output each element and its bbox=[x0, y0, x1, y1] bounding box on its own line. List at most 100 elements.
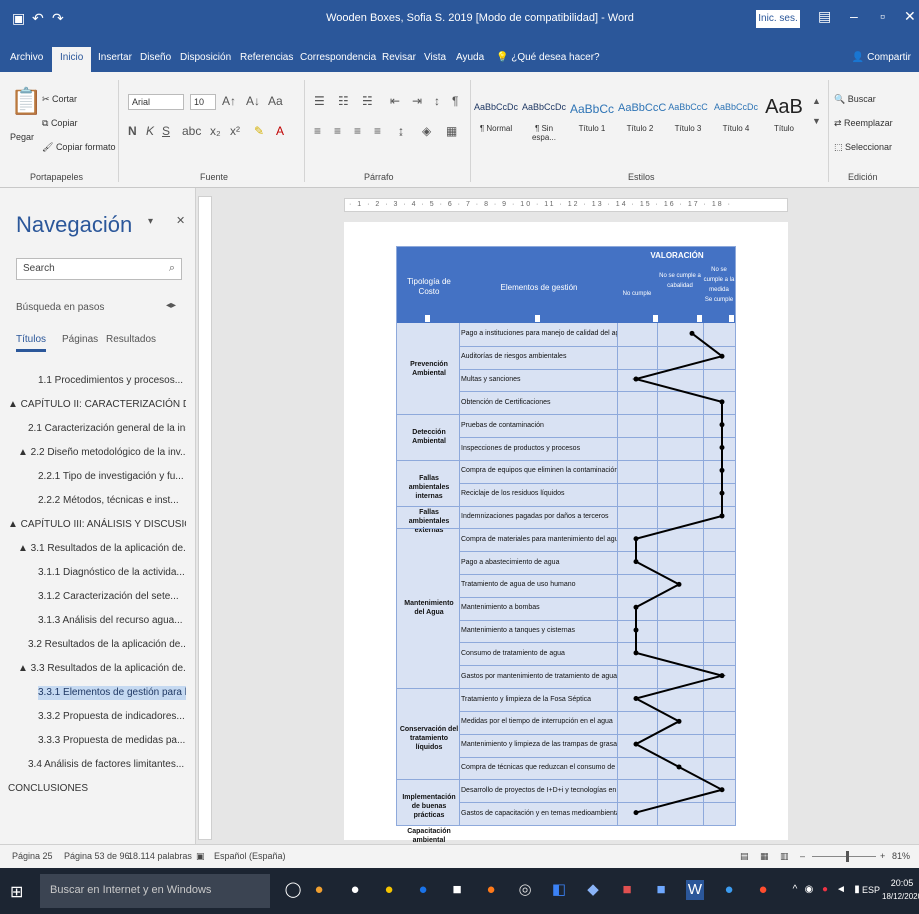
multilevel-list-icon[interactable]: ☵ bbox=[362, 94, 373, 108]
select-button[interactable]: ⬚ Seleccionar bbox=[834, 142, 892, 153]
app-icon[interactable]: ● bbox=[754, 880, 772, 900]
tab-archivo[interactable]: Archivo bbox=[10, 52, 43, 63]
increase-indent-icon[interactable]: ⇥ bbox=[412, 94, 422, 108]
nav-heading-item[interactable]: CONCLUSIONES bbox=[8, 782, 186, 796]
font-color-icon[interactable]: A bbox=[276, 124, 284, 138]
app-icon[interactable]: ■ bbox=[652, 880, 670, 900]
word-icon[interactable]: W bbox=[686, 880, 704, 900]
nav-heading-item[interactable]: 3.3.3 Propuesta de medidas pa... bbox=[38, 734, 186, 748]
tab-vista[interactable]: Vista bbox=[424, 52, 446, 63]
nav-arrows-icon[interactable]: ◂▸ bbox=[166, 300, 176, 311]
app-icon[interactable]: ● bbox=[380, 880, 398, 900]
status-page[interactable]: Página 25 bbox=[12, 851, 53, 861]
app-icon[interactable]: ● bbox=[720, 880, 738, 900]
app-icon[interactable]: ◆ bbox=[584, 880, 602, 900]
ribbon-display-icon[interactable]: ▤ bbox=[818, 8, 831, 25]
tab-insertar[interactable]: Insertar bbox=[98, 52, 132, 63]
align-center-icon[interactable]: ≡ bbox=[334, 124, 341, 138]
zoom-level[interactable]: 81% bbox=[892, 851, 910, 861]
style-heading-1[interactable]: AaBbCc Título 1 bbox=[570, 102, 614, 142]
nav-heading-item[interactable]: ▲ 3.3 Resultados de la aplicación de... bbox=[18, 662, 186, 676]
search-icon[interactable]: ⌕ bbox=[169, 262, 175, 275]
pilcrow-icon[interactable]: ¶ bbox=[452, 94, 458, 108]
nav-heading-item[interactable]: 3.3.2 Propuesta de indicadores... bbox=[38, 710, 186, 724]
decrease-indent-icon[interactable]: ⇤ bbox=[390, 94, 400, 108]
sort-icon[interactable]: ↕ bbox=[434, 94, 440, 108]
style-heading-4[interactable]: AaBbCcDc Título 4 bbox=[714, 102, 758, 142]
line-spacing-icon[interactable]: ↨ bbox=[398, 124, 404, 138]
app-icon[interactable]: ◎ bbox=[516, 880, 534, 900]
font-size-select[interactable]: 10 bbox=[190, 94, 216, 110]
italic-icon[interactable]: K bbox=[146, 124, 154, 138]
redo-icon[interactable]: ↷ bbox=[52, 10, 64, 27]
nav-search-input[interactable]: Search ⌕ bbox=[16, 258, 182, 280]
subscript-icon[interactable]: x₂ bbox=[210, 124, 221, 138]
read-mode-icon[interactable]: ▤ bbox=[740, 851, 749, 862]
copy-button[interactable]: ⧉ Copiar bbox=[42, 118, 77, 129]
close-icon[interactable]: ✕ bbox=[904, 8, 916, 25]
maximize-icon[interactable]: ▫ bbox=[880, 8, 885, 24]
style-normal[interactable]: AaBbCcDc ¶ Normal bbox=[474, 102, 518, 142]
app-icon[interactable]: ■ bbox=[448, 880, 466, 900]
align-left-icon[interactable]: ≡ bbox=[314, 124, 321, 138]
minimize-icon[interactable]: – bbox=[850, 8, 858, 24]
change-case-icon[interactable]: Aa bbox=[268, 94, 283, 108]
language-icon[interactable]: ESP bbox=[862, 880, 880, 900]
style-title[interactable]: AaB Título bbox=[762, 96, 806, 142]
find-button[interactable]: 🔍 Buscar bbox=[834, 94, 876, 105]
tab-inicio[interactable]: Inicio bbox=[52, 47, 92, 72]
font-name-select[interactable]: Arial bbox=[128, 94, 184, 110]
justify-icon[interactable]: ≡ bbox=[374, 124, 381, 138]
paste-icon[interactable]: 📋 bbox=[10, 86, 42, 117]
undo-icon[interactable]: ↶ bbox=[32, 10, 44, 27]
app-icon[interactable]: ● bbox=[310, 880, 328, 900]
app-icon[interactable]: ■ bbox=[618, 880, 636, 900]
taskbar-search-box[interactable]: Buscar en Internet y en Windows bbox=[40, 874, 270, 908]
app-icon[interactable]: ● bbox=[346, 880, 364, 900]
print-layout-icon[interactable]: ▦ bbox=[760, 851, 769, 862]
nav-heading-item[interactable]: 1.1 Procedimientos y procesos... bbox=[38, 374, 186, 388]
windows-start-icon[interactable]: ⊞ bbox=[10, 882, 23, 902]
tab-paginas[interactable]: Páginas bbox=[62, 334, 98, 345]
chevron-down-icon[interactable]: ▾ bbox=[148, 216, 153, 227]
status-language[interactable]: Español (España) bbox=[214, 851, 286, 861]
style-no-spacing[interactable]: AaBbCcDc ¶ Sin espa... bbox=[522, 102, 566, 142]
bullets-icon[interactable]: ☰ bbox=[314, 94, 325, 108]
tab-correspondencia[interactable]: Correspondencia bbox=[300, 52, 376, 63]
zoom-slider-thumb[interactable] bbox=[846, 851, 849, 862]
nav-heading-item[interactable]: 3.3.1 Elementos de gestión para l... bbox=[38, 686, 186, 700]
taskbar-clock[interactable]: 20:05 18/12/2020 bbox=[882, 876, 919, 904]
replace-button[interactable]: ⇄ Reemplazar bbox=[834, 118, 893, 129]
close-icon[interactable]: ✕ bbox=[176, 214, 185, 227]
share-button[interactable]: 👤 Compartir bbox=[852, 52, 911, 63]
borders-icon[interactable]: ▦ bbox=[446, 124, 457, 138]
tab-revisar[interactable]: Revisar bbox=[382, 52, 416, 63]
nav-heading-item[interactable]: ▲ CAPÍTULO III: ANÁLISIS Y DISCUSIÓN... bbox=[8, 518, 186, 532]
task-view-icon[interactable]: ◯ bbox=[284, 880, 302, 900]
app-icon[interactable]: ◧ bbox=[550, 880, 568, 900]
nav-heading-item[interactable]: ▲ CAPÍTULO II: CARACTERIZACIÓN DEL... bbox=[8, 398, 186, 412]
align-right-icon[interactable]: ≡ bbox=[354, 124, 361, 138]
firefox-icon[interactable]: ● bbox=[482, 880, 500, 900]
nav-heading-item[interactable]: ▲ 3.1 Resultados de la aplicación de... bbox=[18, 542, 186, 556]
tell-me-search[interactable]: 💡 ¿Qué desea hacer? bbox=[496, 52, 600, 63]
cut-button[interactable]: ✂ Cortar bbox=[42, 94, 77, 105]
web-layout-icon[interactable]: ▥ bbox=[780, 851, 789, 862]
nav-heading-item[interactable]: 3.1.3 Análisis del recurso agua... bbox=[38, 614, 186, 628]
status-page-count[interactable]: Página 53 de 96 bbox=[64, 851, 130, 861]
styles-scroll-up-icon[interactable]: ▲ bbox=[812, 96, 821, 106]
nav-heading-item[interactable]: 3.1.2 Caracterización del sete... bbox=[38, 590, 186, 604]
nav-heading-item[interactable]: 3.4 Análisis de factores limitantes... bbox=[28, 758, 186, 772]
bold-icon[interactable]: N bbox=[128, 124, 137, 138]
status-word-count[interactable]: 18.114 palabras bbox=[128, 851, 192, 861]
tab-disposicion[interactable]: Disposición bbox=[180, 52, 231, 63]
nav-heading-item[interactable]: 3.2 Resultados de la aplicación de... bbox=[28, 638, 186, 652]
tab-ayuda[interactable]: Ayuda bbox=[456, 52, 484, 63]
styles-scroll-down-icon[interactable]: ▼ bbox=[812, 116, 821, 126]
nav-heading-item[interactable]: 2.2.2 Métodos, técnicas e inst... bbox=[38, 494, 186, 508]
style-heading-3[interactable]: AaBbCcC Título 3 bbox=[666, 102, 710, 142]
zoom-out-icon[interactable]: – bbox=[800, 851, 805, 861]
style-heading-2[interactable]: AaBbCcC Título 2 bbox=[618, 102, 666, 142]
paste-label[interactable]: Pegar bbox=[10, 132, 34, 142]
underline-icon[interactable]: S bbox=[162, 124, 170, 138]
